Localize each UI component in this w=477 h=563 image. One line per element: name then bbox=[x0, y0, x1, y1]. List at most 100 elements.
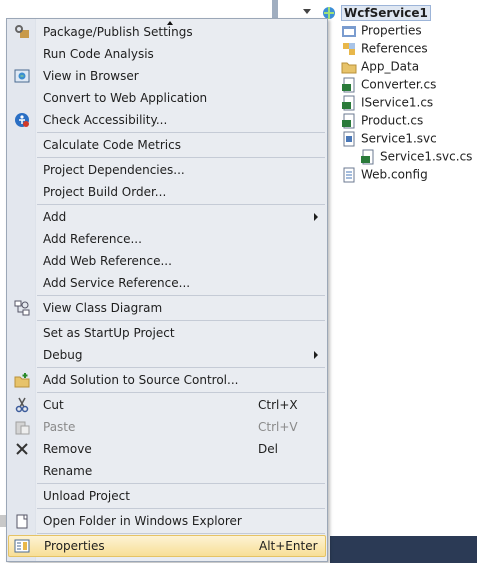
menu-separator bbox=[37, 533, 325, 534]
solution-explorer-root[interactable]: WcfService1 bbox=[303, 3, 431, 21]
tree-item-app-data[interactable]: App_Data bbox=[341, 57, 419, 75]
csharp-file-icon bbox=[341, 113, 357, 129]
tree-item-service1-svc[interactable]: Service1.svc bbox=[341, 129, 437, 147]
tree-item-label: Product.cs bbox=[361, 113, 424, 128]
menu-item-label: Package/Publish Settings bbox=[43, 25, 193, 39]
menu-item-remove[interactable]: Remove Del bbox=[8, 438, 326, 460]
package-settings-icon bbox=[14, 24, 30, 40]
menu-item-convert-to-web-application[interactable]: Convert to Web Application bbox=[8, 87, 326, 109]
menu-item-add-solution-to-source-control[interactable]: Add Solution to Source Control... bbox=[8, 369, 326, 391]
menu-item-label: Project Dependencies... bbox=[43, 163, 185, 177]
menu-item-shortcut: Ctrl+X bbox=[258, 398, 298, 412]
class-diagram-icon bbox=[14, 300, 30, 316]
menu-item-label: Properties bbox=[44, 539, 105, 553]
menu-item-label: Add Solution to Source Control... bbox=[43, 373, 239, 387]
menu-item-add-web-reference[interactable]: Add Web Reference... bbox=[8, 250, 326, 272]
menu-item-shortcut: Ctrl+V bbox=[258, 420, 298, 434]
accessibility-icon bbox=[14, 112, 30, 128]
svc-file-icon bbox=[341, 131, 357, 147]
explorer-splitter[interactable] bbox=[272, 0, 278, 20]
status-bar bbox=[330, 536, 477, 563]
menu-item-unload-project[interactable]: Unload Project bbox=[8, 485, 326, 507]
context-menu: Package/Publish Settings Run Code Analys… bbox=[6, 18, 328, 562]
paste-icon bbox=[14, 419, 30, 435]
tree-item-label: Service1.svc.cs bbox=[380, 149, 473, 164]
menu-item-run-code-analysis[interactable]: Run Code Analysis bbox=[8, 43, 326, 65]
menu-item-properties[interactable]: Properties Alt+Enter bbox=[8, 535, 326, 557]
expand-toggle-icon[interactable] bbox=[303, 9, 311, 14]
menu-item-label: Calculate Code Metrics bbox=[43, 138, 181, 152]
submenu-arrow-icon bbox=[314, 213, 318, 221]
menu-item-label: Run Code Analysis bbox=[43, 47, 154, 61]
menu-item-label: Paste bbox=[43, 420, 76, 434]
tree-item-label: App_Data bbox=[361, 59, 420, 74]
tree-item-label: Web.config bbox=[361, 167, 428, 182]
menu-separator bbox=[37, 295, 325, 296]
menu-item-rename[interactable]: Rename bbox=[8, 460, 326, 482]
menu-separator bbox=[37, 367, 325, 368]
menu-item-label: Add bbox=[43, 210, 67, 224]
csharp-file-icon bbox=[360, 149, 376, 165]
tree-item-label: References bbox=[361, 41, 428, 56]
menu-item-shortcut: Del bbox=[258, 442, 278, 456]
config-file-icon bbox=[341, 167, 357, 183]
menu-item-label: Add Reference... bbox=[43, 232, 142, 246]
properties-icon bbox=[14, 538, 30, 554]
menu-item-debug[interactable]: Debug bbox=[8, 344, 326, 366]
menu-separator bbox=[37, 483, 325, 484]
menu-item-label: Check Accessibility... bbox=[43, 113, 168, 127]
source-control-icon bbox=[14, 372, 30, 388]
tree-item-service1-svc-cs[interactable]: Service1.svc.cs bbox=[360, 147, 472, 165]
menu-item-add-reference[interactable]: Add Reference... bbox=[8, 228, 326, 250]
menu-separator bbox=[37, 392, 325, 393]
tree-item-label: Properties bbox=[361, 23, 422, 38]
folder-icon bbox=[341, 59, 357, 75]
menu-item-label: Add Service Reference... bbox=[43, 276, 191, 290]
menu-item-label: Convert to Web Application bbox=[43, 91, 208, 105]
menu-item-package-publish-settings[interactable]: Package/Publish Settings bbox=[8, 21, 326, 43]
menu-item-open-folder-in-windows-explorer[interactable]: Open Folder in Windows Explorer bbox=[8, 510, 326, 532]
view-in-browser-icon bbox=[14, 68, 30, 84]
csharp-file-icon bbox=[341, 77, 357, 93]
tree-item-iservice1[interactable]: IService1.cs bbox=[341, 93, 433, 111]
menu-item-add[interactable]: Add bbox=[8, 206, 326, 228]
menu-item-view-in-browser[interactable]: View in Browser bbox=[8, 65, 326, 87]
menu-item-set-as-startup-project[interactable]: Set as StartUp Project bbox=[8, 322, 326, 344]
menu-item-project-dependencies[interactable]: Project Dependencies... bbox=[8, 159, 326, 181]
menu-item-label: Add Web Reference... bbox=[43, 254, 172, 268]
menu-item-label: Unload Project bbox=[43, 489, 130, 503]
menu-item-shortcut: Alt+Enter bbox=[259, 539, 318, 553]
menu-item-label: View in Browser bbox=[43, 69, 139, 83]
tree-item-web-config[interactable]: Web.config bbox=[341, 165, 428, 183]
menu-item-cut[interactable]: Cut Ctrl+X bbox=[8, 394, 326, 416]
tree-item-label: Converter.cs bbox=[361, 77, 437, 92]
menu-item-check-accessibility[interactable]: Check Accessibility... bbox=[8, 109, 326, 131]
tree-item-product[interactable]: Product.cs bbox=[341, 111, 423, 129]
menu-separator bbox=[37, 204, 325, 205]
menu-item-label: Open Folder in Windows Explorer bbox=[43, 514, 242, 528]
open-folder-icon bbox=[14, 513, 30, 529]
tree-item-properties[interactable]: Properties bbox=[341, 21, 422, 39]
menu-separator bbox=[37, 132, 325, 133]
menu-item-label: Debug bbox=[43, 348, 83, 362]
menu-separator bbox=[37, 157, 325, 158]
menu-item-add-service-reference[interactable]: Add Service Reference... bbox=[8, 272, 326, 294]
references-icon bbox=[341, 41, 357, 57]
submenu-arrow-icon bbox=[314, 351, 318, 359]
menu-item-label: Cut bbox=[43, 398, 64, 412]
menu-item-label: Rename bbox=[43, 464, 93, 478]
menu-item-paste: Paste Ctrl+V bbox=[8, 416, 326, 438]
tree-item-references[interactable]: References bbox=[341, 39, 428, 57]
menu-separator bbox=[37, 320, 325, 321]
menu-item-view-class-diagram[interactable]: View Class Diagram bbox=[8, 297, 326, 319]
project-name: WcfService1 bbox=[341, 4, 431, 21]
menu-item-calculate-code-metrics[interactable]: Calculate Code Metrics bbox=[8, 134, 326, 156]
tree-item-converter[interactable]: Converter.cs bbox=[341, 75, 436, 93]
menu-item-label: Remove bbox=[43, 442, 92, 456]
menu-separator bbox=[37, 508, 325, 509]
menu-item-label: View Class Diagram bbox=[43, 301, 163, 315]
properties-folder-icon bbox=[341, 23, 357, 39]
menu-item-project-build-order[interactable]: Project Build Order... bbox=[8, 181, 326, 203]
tree-item-label: Service1.svc bbox=[361, 131, 437, 146]
menu-item-label: Set as StartUp Project bbox=[43, 326, 175, 340]
